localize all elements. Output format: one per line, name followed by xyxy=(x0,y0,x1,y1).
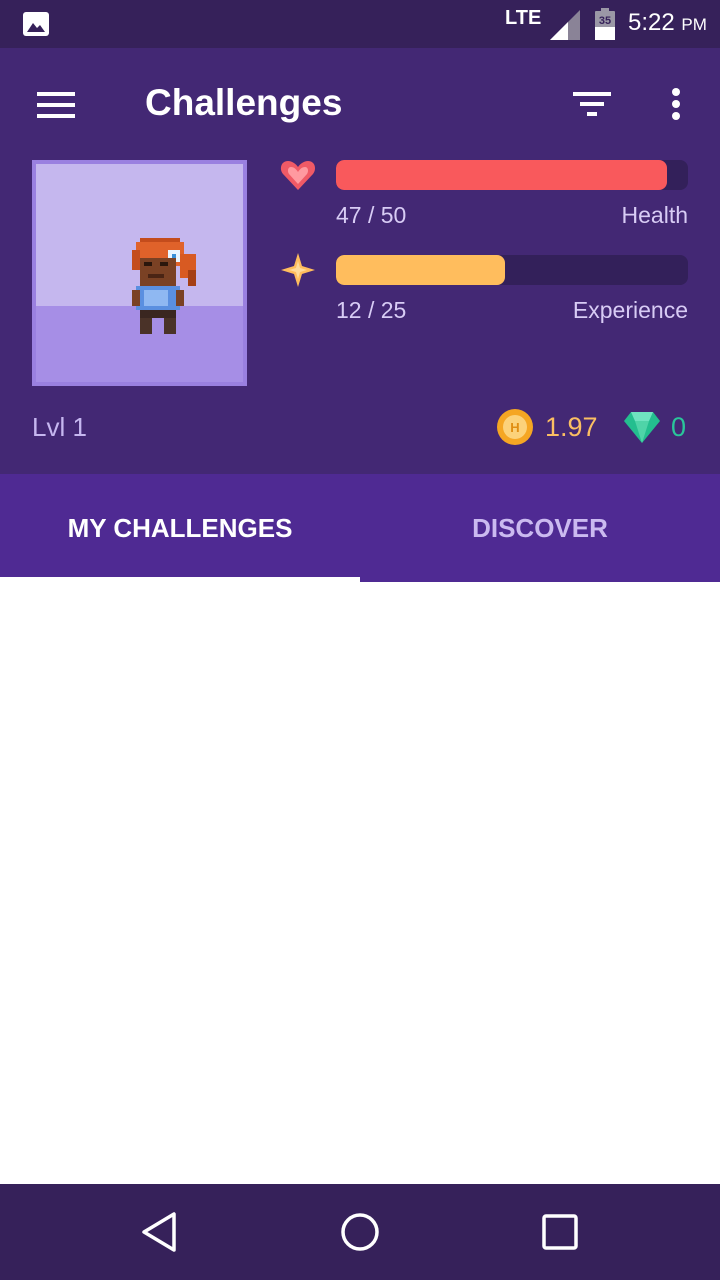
battery-icon: 35 xyxy=(595,8,615,40)
home-icon[interactable] xyxy=(336,1208,384,1256)
image-icon xyxy=(23,12,49,36)
avatar[interactable] xyxy=(32,160,247,386)
tab-my-challenges[interactable]: MY CHALLENGES xyxy=(0,474,360,582)
back-icon[interactable] xyxy=(136,1208,184,1256)
page-title: Challenges xyxy=(145,82,343,123)
menu-icon[interactable] xyxy=(28,78,84,134)
health-bar xyxy=(336,160,688,190)
system-nav-bar xyxy=(0,1184,720,1280)
star-icon xyxy=(281,253,315,287)
tab-bar: MY CHALLENGES DISCOVER xyxy=(0,474,720,582)
experience-bar-fill xyxy=(336,255,505,285)
gold-coin-icon: H xyxy=(497,409,533,445)
avatar-sprite xyxy=(132,238,196,334)
clock-ampm: PM xyxy=(681,15,707,34)
signal-icon xyxy=(550,10,580,40)
health-value: 47 / 50 xyxy=(336,202,407,228)
battery-level: 35 xyxy=(599,15,611,27)
clock-time: 5:22 xyxy=(628,9,675,36)
recents-icon[interactable] xyxy=(536,1208,584,1256)
profile-header: Challenges 47 / 50 Health 12 / 25 Experi… xyxy=(0,48,720,474)
heart-icon xyxy=(280,161,316,190)
network-type: LTE xyxy=(505,7,542,29)
clock: 5:22 PM xyxy=(628,9,707,37)
svg-text:H: H xyxy=(510,420,519,435)
more-vert-icon[interactable] xyxy=(656,80,696,132)
health-bar-fill xyxy=(336,160,667,190)
experience-value: 12 / 25 xyxy=(336,297,407,323)
health-label: Health xyxy=(621,202,688,228)
experience-bar xyxy=(336,255,688,285)
experience-label: Experience xyxy=(572,297,688,323)
status-bar: LTE 35 5:22 PM xyxy=(0,0,720,48)
filter-icon[interactable] xyxy=(566,80,618,132)
gold-amount: 1.97 xyxy=(545,412,598,442)
gem-icon xyxy=(624,412,660,443)
level-label: Lvl 1 xyxy=(32,412,87,442)
challenge-list xyxy=(0,582,720,1184)
gem-amount: 0 xyxy=(671,412,687,442)
tab-discover[interactable]: DISCOVER xyxy=(360,474,720,582)
